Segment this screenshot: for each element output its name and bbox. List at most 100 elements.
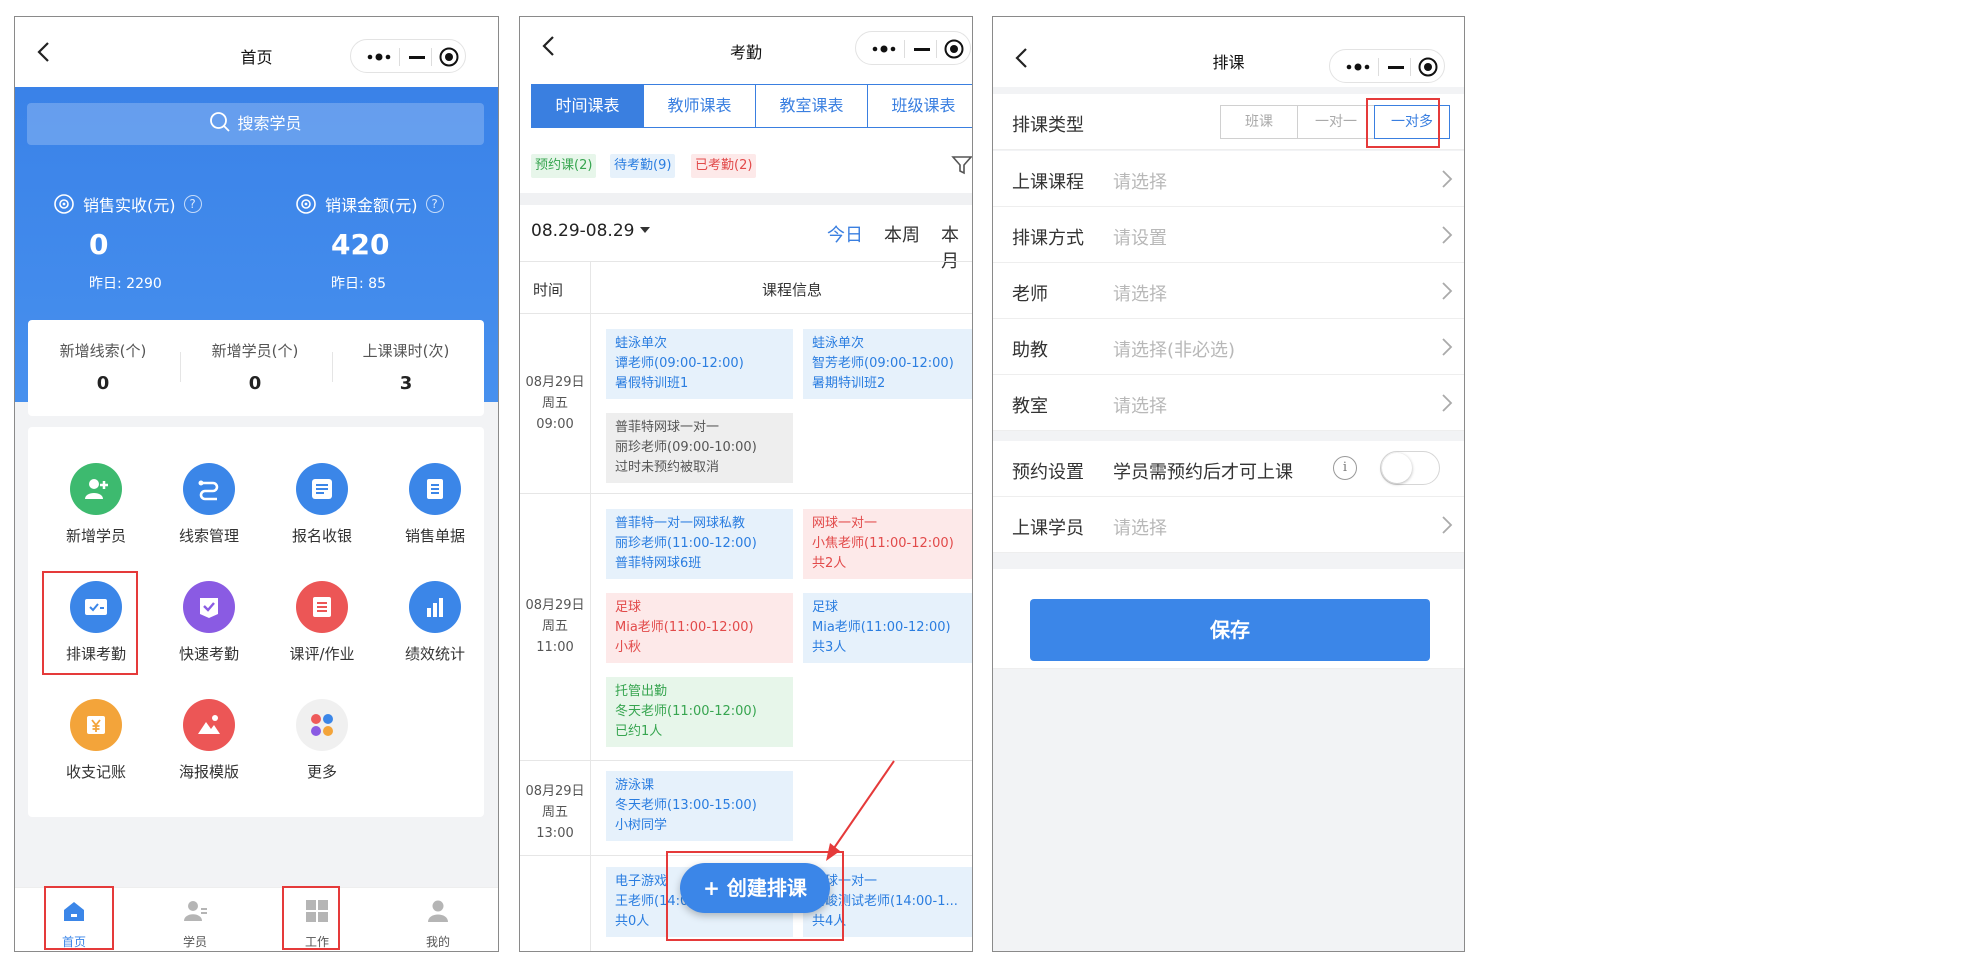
- grid-item-leads[interactable]: 线索管理: [159, 463, 259, 546]
- lesson-class: 共3人: [812, 640, 847, 655]
- more-dots-icon[interactable]: [1346, 60, 1370, 74]
- sales-received-stat[interactable]: 销售实收(元)? 0 昨日: 2290: [53, 192, 202, 293]
- date-range-text: 08.29-08.29: [531, 221, 635, 241]
- row-label: 排课类型: [1012, 115, 1084, 136]
- row-course[interactable]: 上课课程 请选择: [993, 151, 1464, 207]
- grid-item-enroll-cashier[interactable]: 报名收银: [272, 463, 372, 546]
- lesson-card[interactable]: 普菲特网球一对一 丽珍老师(09:00-10:00) 过时未预约被取消: [606, 413, 793, 483]
- grid-item-performance[interactable]: 绩效统计: [385, 581, 485, 664]
- minimize-icon[interactable]: [1388, 66, 1404, 69]
- lesson-card[interactable]: 蛙泳单次 谭老师(09:00-12:00) 暑假特训班1: [606, 329, 793, 399]
- more-dots-icon[interactable]: [367, 50, 391, 64]
- filter-chip-pending[interactable]: 待考勤(9): [610, 154, 676, 178]
- filter-chip-booked[interactable]: 预约课(2): [531, 154, 597, 178]
- filter-icon[interactable]: [950, 153, 973, 177]
- class-hours-count[interactable]: 上课课时(次) 3: [331, 340, 481, 394]
- stat-label: 销课金额(元): [325, 196, 418, 215]
- grid-item-sales-docs[interactable]: 销售单据: [385, 463, 485, 546]
- schedule-screen: 排课 排课类型 班课 一对一 一对多 上课课程 请选择 排课方式 请设置 老师 …: [992, 16, 1465, 952]
- highlight-box: [282, 886, 340, 950]
- stat-yesterday: 昨日: 2290: [89, 276, 162, 292]
- slot-weekday: 周五: [541, 805, 568, 820]
- grid-item-label: 课评/作业: [289, 645, 355, 663]
- annotation-arrow-icon: [826, 760, 895, 861]
- grid-item-add-student[interactable]: 新增学员: [46, 463, 146, 546]
- lesson-teacher: Mia老师(11:00-12:00): [812, 620, 951, 635]
- caret-down-icon: [640, 227, 651, 233]
- new-students-count[interactable]: 新增学员(个) 0: [180, 340, 330, 394]
- booking-description: 学员需预约后才可上课: [1113, 462, 1293, 483]
- lesson-class: 小树同学: [615, 818, 668, 833]
- search-placeholder: 搜索学员: [237, 114, 302, 133]
- lesson-class: 过时未预约被取消: [615, 460, 720, 475]
- grid-item-label: 绩效统计: [404, 645, 465, 663]
- time-slot: 08月29日 周五 13:00: [520, 781, 590, 844]
- tab-time-schedule[interactable]: 时间课表: [532, 85, 644, 127]
- grid-item-quick-attendance[interactable]: 快速考勤: [159, 581, 259, 664]
- tab-students[interactable]: 学员: [155, 898, 235, 950]
- navbar: 首页: [15, 17, 498, 87]
- column-divider: [590, 261, 591, 951]
- tab-profile[interactable]: 我的: [398, 898, 478, 950]
- filter-chip-done[interactable]: 已考勤(2): [691, 154, 757, 178]
- tab-classroom-schedule[interactable]: 教室课表: [756, 85, 868, 127]
- navbar: 排课: [993, 17, 1464, 87]
- row-value: 请选择(非必选): [1113, 340, 1236, 361]
- lesson-card[interactable]: 普菲特一对一网球私教 丽珍老师(11:00-12:00) 普菲特网球6班: [606, 509, 793, 579]
- row-assistant[interactable]: 助教 请选择(非必选): [993, 319, 1464, 375]
- minimize-icon[interactable]: [409, 56, 425, 59]
- help-icon[interactable]: ?: [183, 195, 202, 213]
- slot-date: 08月29日: [525, 784, 585, 799]
- lesson-card[interactable]: 蛙泳单次 智芳老师(09:00-12:00) 暑期特训班2: [803, 329, 972, 399]
- tab-teacher-schedule[interactable]: 教师课表: [644, 85, 756, 127]
- quick-this-week[interactable]: 本周: [884, 221, 920, 247]
- new-leads-count[interactable]: 新增线索(个) 0: [28, 340, 178, 394]
- grid-item-label: 海报模版: [178, 763, 239, 781]
- save-button[interactable]: 保存: [1030, 599, 1430, 661]
- grid-item-poster-templates[interactable]: 海报模版: [159, 699, 259, 782]
- close-target-icon[interactable]: [1418, 57, 1438, 77]
- quick-today[interactable]: 今日: [827, 221, 863, 247]
- type-option-one-to-one[interactable]: 一对一: [1297, 105, 1375, 139]
- type-option-class[interactable]: 班课: [1220, 105, 1298, 139]
- lesson-card[interactable]: 网球一对一 小焦老师(11:00-12:00) 共2人: [803, 509, 972, 579]
- slot-time: 11:00: [536, 640, 574, 655]
- grid-item-bookkeeping[interactable]: 收支记账: [46, 699, 146, 782]
- row-teacher[interactable]: 老师 请选择: [993, 263, 1464, 319]
- row-classroom[interactable]: 教室 请选择: [993, 375, 1464, 431]
- lesson-card[interactable]: 足球 Mia老师(11:00-12:00) 小秋: [606, 593, 793, 663]
- list-icon: [296, 463, 348, 515]
- target-icon: [296, 194, 316, 214]
- lesson-title: 足球: [615, 600, 642, 615]
- booking-toggle[interactable]: [1380, 451, 1440, 485]
- grid-item-review-homework[interactable]: 课评/作业: [272, 581, 372, 664]
- lesson-card[interactable]: 游泳课 冬天老师(13:00-15:00) 小树同学: [606, 771, 793, 841]
- column-header-time: 时间: [533, 281, 564, 299]
- info-icon[interactable]: i: [1333, 456, 1357, 480]
- close-target-icon[interactable]: [944, 39, 964, 59]
- row-students[interactable]: 上课学员 请选择: [993, 497, 1464, 553]
- row-schedule-method[interactable]: 排课方式 请设置: [993, 207, 1464, 263]
- slot-time: 13:00: [536, 826, 574, 841]
- lesson-amount-stat[interactable]: 销课金额(元)? 420 昨日: 85: [295, 192, 444, 293]
- quick-this-month[interactable]: 本月: [941, 221, 972, 273]
- help-icon[interactable]: ?: [425, 195, 444, 213]
- minimize-icon[interactable]: [914, 48, 930, 51]
- count-value: 3: [399, 373, 413, 394]
- stat-yesterday: 昨日: 85: [331, 276, 386, 292]
- lesson-card[interactable]: 足球 Mia老师(11:00-12:00) 共3人: [803, 593, 972, 663]
- row-label: 老师: [1012, 284, 1048, 305]
- lesson-teacher: 丽珍老师(09:00-10:00): [615, 440, 757, 455]
- lesson-teacher: Mia老师(11:00-12:00): [615, 620, 754, 635]
- lesson-card[interactable]: 托管出勤 冬天老师(11:00-12:00) 已约1人: [606, 677, 793, 747]
- tab-class-schedule[interactable]: 班级课表: [868, 85, 972, 127]
- grid-item-more[interactable]: 更多: [272, 699, 372, 782]
- date-range-picker[interactable]: 08.29-08.29: [531, 221, 651, 241]
- grid-item-label: 更多: [306, 763, 337, 781]
- chevron-right-icon: [1442, 516, 1453, 534]
- search-bar[interactable]: 搜索学员: [27, 103, 484, 145]
- close-target-icon[interactable]: [439, 47, 459, 67]
- highlight-box: [666, 851, 844, 941]
- more-dots-icon[interactable]: [872, 42, 896, 56]
- column-header-info: 课程信息: [762, 281, 823, 299]
